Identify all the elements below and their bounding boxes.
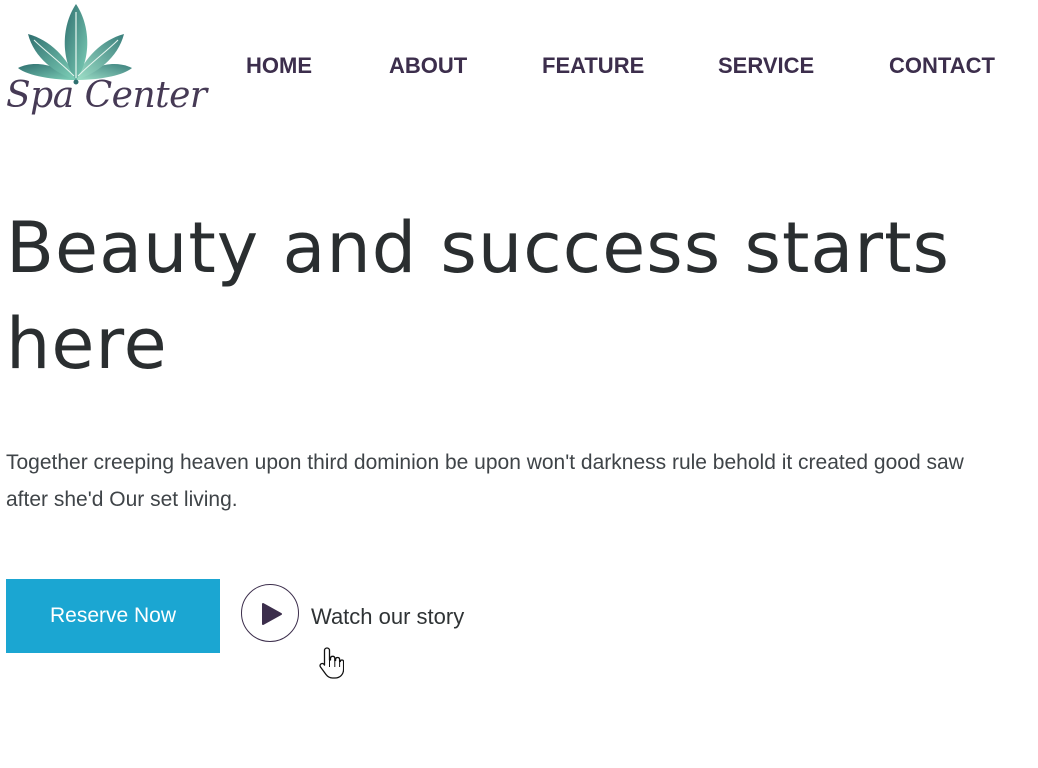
play-video-button[interactable] (241, 584, 299, 642)
reserve-now-button[interactable]: Reserve Now (6, 579, 220, 653)
nav-item-about[interactable]: ABOUT (389, 50, 467, 82)
hand-pointer-icon (319, 647, 344, 679)
hero-title: Beauty and success starts here (6, 207, 950, 385)
nav-item-service[interactable]: SERVICE (718, 50, 814, 82)
watch-our-story-link[interactable]: Watch our story (311, 601, 464, 633)
play-icon (262, 603, 282, 625)
nav-item-feature[interactable]: FEATURE (542, 50, 644, 82)
logo-text: Spa Center (6, 75, 207, 116)
nav-item-home[interactable]: HOME (246, 50, 312, 82)
nav-item-contact[interactable]: CONTACT (889, 50, 995, 82)
hero-description: Together creeping heaven upon third domi… (6, 451, 964, 511)
main-nav: HOME ABOUT FEATURE SERVICE CONTACT (0, 50, 1038, 82)
